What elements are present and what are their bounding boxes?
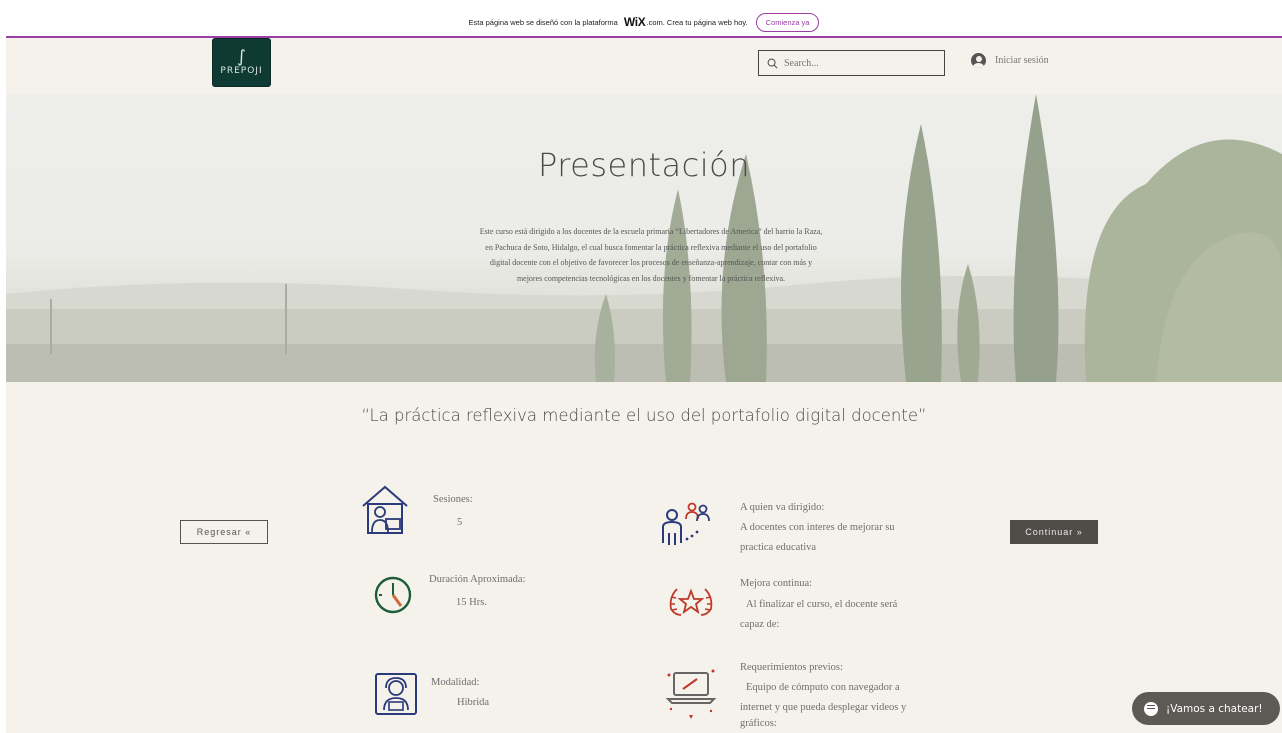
search-box[interactable] bbox=[758, 50, 945, 76]
requirements-value-line1: Equipo de cómputo con navegador a bbox=[746, 682, 900, 693]
people-group-icon bbox=[662, 502, 710, 545]
audience-label: A quien va dirigido: bbox=[740, 502, 825, 513]
requirements-value-line3: gráficos: bbox=[740, 718, 777, 729]
requirements-label: Requerimientos previos: bbox=[740, 662, 843, 673]
duration-value: 15 Hrs. bbox=[456, 597, 487, 608]
hero-description: Este curso está dirigido a los docentes … bbox=[479, 227, 823, 283]
improvement-label: Mejora continua: bbox=[740, 578, 813, 589]
home-laptop-icon bbox=[362, 485, 408, 534]
course-quote: “La práctica reflexiva mediante el uso d… bbox=[361, 406, 927, 425]
course-info-section: “La práctica reflexiva mediante el uso d… bbox=[6, 382, 1282, 733]
audience-value-line2: practica educativa bbox=[740, 542, 817, 553]
sessions-value: 5 bbox=[457, 517, 463, 528]
logo-mark-icon: ∫ bbox=[237, 47, 246, 67]
back-button[interactable]: Regresar « bbox=[180, 520, 268, 544]
continue-button[interactable]: Continuar » bbox=[1010, 520, 1098, 544]
login-link[interactable]: Iniciar sesión bbox=[971, 53, 1049, 68]
online-teacher-icon bbox=[375, 673, 417, 715]
sessions-label: Sesiones: bbox=[433, 494, 473, 505]
modality-value: Hibrida bbox=[457, 697, 490, 708]
start-now-button[interactable]: Comienza ya bbox=[755, 12, 820, 32]
duration-label: Duración Aproximada: bbox=[429, 574, 526, 585]
wix-banner-text: Esta página web se diseñó con la platafo… bbox=[468, 17, 618, 27]
audience-value-line1: A docentes con interes de mejorar su bbox=[740, 522, 895, 533]
laurel-star-icon bbox=[669, 588, 713, 616]
wix-logo: WiX bbox=[623, 15, 646, 29]
chat-bubble-icon bbox=[1144, 701, 1158, 716]
hero-section: Presentación Este curso está dirigido a … bbox=[6, 94, 1282, 382]
logo-text: PREPOJI bbox=[220, 66, 263, 76]
site-logo[interactable]: ∫ PREPOJI bbox=[212, 38, 271, 87]
improvement-value-line1: Al finalizar el curso, el docente será bbox=[746, 599, 898, 610]
user-avatar-icon bbox=[971, 53, 986, 68]
modality-label: Modalidad: bbox=[431, 677, 480, 688]
chat-label: ¡Vamos a chatear! bbox=[1166, 702, 1263, 715]
wix-promo-banner: Esta página web se diseñó con la platafo… bbox=[6, 8, 1282, 38]
login-label: Iniciar sesión bbox=[995, 55, 1049, 66]
laptop-icon bbox=[665, 669, 717, 719]
improvement-value-line2: capaz de: bbox=[740, 619, 780, 630]
site-header: ∫ PREPOJI Iniciar sesión bbox=[6, 38, 1282, 94]
search-icon bbox=[767, 58, 778, 68]
search-input[interactable] bbox=[784, 57, 934, 69]
wix-banner-text-after: .com. Crea tu página web hoy. bbox=[646, 17, 748, 27]
clock-icon bbox=[374, 576, 412, 614]
chat-button[interactable]: ¡Vamos a chatear! bbox=[1132, 692, 1280, 725]
hero-title: Presentación bbox=[537, 146, 750, 184]
requirements-value-line2: internet y que pueda desplegar videos y bbox=[740, 702, 907, 713]
